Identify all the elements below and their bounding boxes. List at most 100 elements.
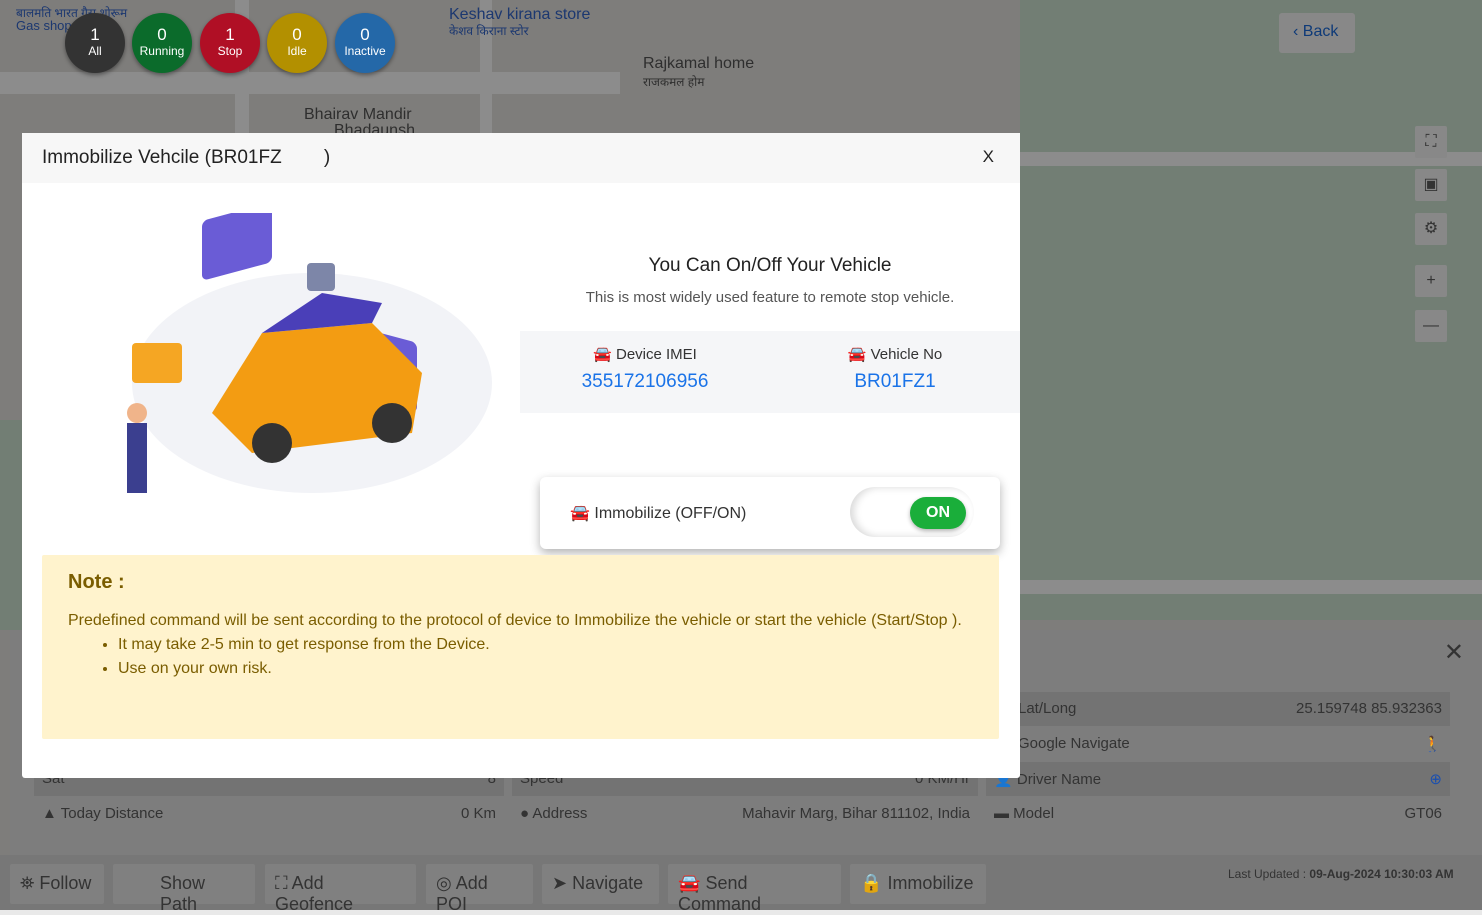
row-address: ● Address Mahavir Marg, Bihar 811102, Ind…: [512, 797, 978, 831]
label: ● Address: [520, 805, 587, 823]
settings-button[interactable]: ⚙: [1415, 213, 1447, 245]
toggle-label: Immobilize (OFF/ON): [594, 505, 747, 522]
action-bar: ⛯ Follow Show Path ⛶ Add Geofence ◎ Add …: [0, 855, 1482, 914]
fullscreen-icon: ⛶: [1425, 133, 1437, 150]
map-icon: ▣: [1423, 176, 1439, 193]
status-idle[interactable]: 0 Idle: [267, 13, 327, 73]
close-icon[interactable]: ✕: [1444, 638, 1464, 667]
add-geofence-button[interactable]: ⛶ Add Geofence: [265, 864, 416, 914]
note-item: Use on your own risk.: [118, 657, 973, 681]
car-icon: 🚘: [847, 346, 867, 363]
add-poi-button[interactable]: ◎ Add POI: [426, 864, 533, 914]
label: Stop: [217, 44, 243, 58]
count: 1: [90, 25, 100, 44]
value: Mahavir Marg, Bihar 811102, India: [742, 805, 970, 822]
count: 0: [292, 25, 302, 44]
value: GT06: [1404, 805, 1442, 822]
modal-header: Immobilize Vehcile (BR01FZ ) X: [22, 133, 1020, 183]
imei-value: 355172106956: [581, 371, 709, 392]
last-updated: Last Updated : 09-Aug-2024 10:30:03 AM: [1228, 867, 1454, 881]
label: Lat/Long: [1018, 700, 1077, 717]
follow-button[interactable]: ⛯ Follow: [10, 864, 104, 904]
modal-title: Immobilize Vehcile (BR01FZ ): [42, 147, 331, 168]
label: Show Path: [160, 873, 206, 914]
heading: You Can On/Off Your Vehicle: [648, 255, 892, 276]
geofence-icon: ⛶: [275, 873, 288, 893]
status-running[interactable]: 0 Running: [132, 13, 192, 73]
value: 0 Km: [460, 805, 496, 822]
label: ▬ Model: [994, 805, 1054, 823]
count: 0: [360, 25, 370, 44]
last-updated-value: 09-Aug-2024 10:30:03 AM: [1309, 867, 1454, 881]
note-text: Predefined command will be sent accordin…: [68, 612, 962, 629]
label-text: Model: [1013, 805, 1055, 822]
label: All: [88, 44, 102, 58]
add-driver-icon[interactable]: ⊕: [1429, 770, 1442, 788]
label: Immobilize: [887, 873, 974, 893]
back-label: Back: [1302, 23, 1339, 40]
target-icon: ◎: [436, 873, 452, 893]
label-text: Address: [532, 805, 588, 822]
note-list: It may take 2-5 min to get response from…: [118, 633, 973, 681]
row-model: ▬ Model GT06: [986, 797, 1450, 831]
back-button[interactable]: ‹ Back: [1279, 13, 1355, 53]
chevron-left-icon: ‹: [1293, 23, 1303, 40]
imei-label: Device IMEI: [616, 346, 697, 363]
last-updated-label: Last Updated :: [1228, 867, 1310, 881]
vehicle-info: 🚘 Device IMEI 355172106956 🚘 Vehicle No BR…: [520, 331, 1020, 413]
label: Navigate: [572, 873, 644, 893]
minus-icon: —: [1423, 317, 1439, 334]
status-all[interactable]: 1 All: [65, 13, 125, 73]
send-command-button[interactable]: 🚘 Send Command: [668, 864, 841, 914]
label-text: Today Distance: [60, 805, 164, 822]
row-today-distance: ▲ Today Distance 0 Km: [34, 797, 504, 831]
immobilize-toggle-card: 🚘 Immobilize (OFF/ON) ON: [540, 477, 1000, 549]
car-icon: 🚘: [678, 873, 701, 893]
label: Follow: [39, 873, 92, 893]
show-path-button[interactable]: Show Path: [113, 864, 255, 914]
note-title: Note :: [68, 571, 125, 593]
car-icon: 🚘: [570, 505, 590, 522]
vehicle-illustration: [127, 213, 492, 493]
fullscreen-button[interactable]: ⛶: [1415, 126, 1447, 158]
immobilize-button[interactable]: 🔒 Immobilize: [850, 864, 986, 904]
car-icon: 🚘: [593, 346, 612, 363]
count: 0: [157, 25, 167, 44]
toggle-state: ON: [910, 497, 966, 529]
label: Idle: [287, 44, 307, 58]
status-inactive[interactable]: 0 Inactive: [335, 13, 395, 73]
immobilize-modal: Immobilize Vehcile (BR01FZ ) X You Can O…: [22, 133, 1020, 778]
row-google-navigate[interactable]: Google Navigate 🚶: [1010, 727, 1450, 761]
vehicle-label: Vehicle No: [870, 346, 943, 363]
binoculars-icon: ⛯: [20, 873, 35, 893]
vehicle-no: 🚘 Vehicle No BR01FZ1: [770, 331, 1020, 413]
device-icon: ▬: [994, 805, 1009, 822]
label: Inactive: [344, 44, 386, 58]
zoom-out-button[interactable]: —: [1415, 310, 1447, 342]
vehicle-control-section: You Can On/Off Your Vehicle This is most…: [520, 185, 1020, 549]
row-latlong: Lat/Long 25.159748 85.932363: [1010, 692, 1450, 726]
close-button[interactable]: X: [983, 147, 994, 167]
device-imei: 🚘 Device IMEI 355172106956: [520, 331, 770, 413]
label-text: Driver Name: [1016, 771, 1102, 788]
value: 25.159748 85.932363: [1296, 700, 1442, 717]
immobilize-toggle[interactable]: ON: [850, 487, 974, 537]
gear-icon: ⚙: [1423, 220, 1439, 237]
walking-icon[interactable]: 🚶: [1423, 735, 1442, 753]
label: Google Navigate: [1018, 735, 1130, 752]
subheading: This is most widely used feature to remo…: [585, 289, 955, 306]
road-icon: ▲: [42, 805, 57, 822]
zoom-in-button[interactable]: +: [1415, 265, 1447, 297]
note-box: Note : Predefined command will be sent a…: [42, 555, 999, 739]
note-item: It may take 2-5 min to get response from…: [118, 633, 973, 657]
map-marker-icon: ●: [520, 805, 530, 822]
label: Running: [139, 44, 185, 58]
plus-icon: +: [1426, 272, 1436, 289]
row-driver-name: 👤 Driver Name ⊕: [986, 762, 1450, 796]
map-type-button[interactable]: ▣: [1415, 169, 1447, 201]
label: ▲ Today Distance: [42, 805, 163, 823]
location-arrow-icon: ➤: [552, 873, 568, 893]
navigate-button[interactable]: ➤ Navigate: [542, 864, 659, 904]
vehicle-value: BR01FZ1: [854, 371, 936, 392]
status-stop[interactable]: 1 Stop: [200, 13, 260, 73]
